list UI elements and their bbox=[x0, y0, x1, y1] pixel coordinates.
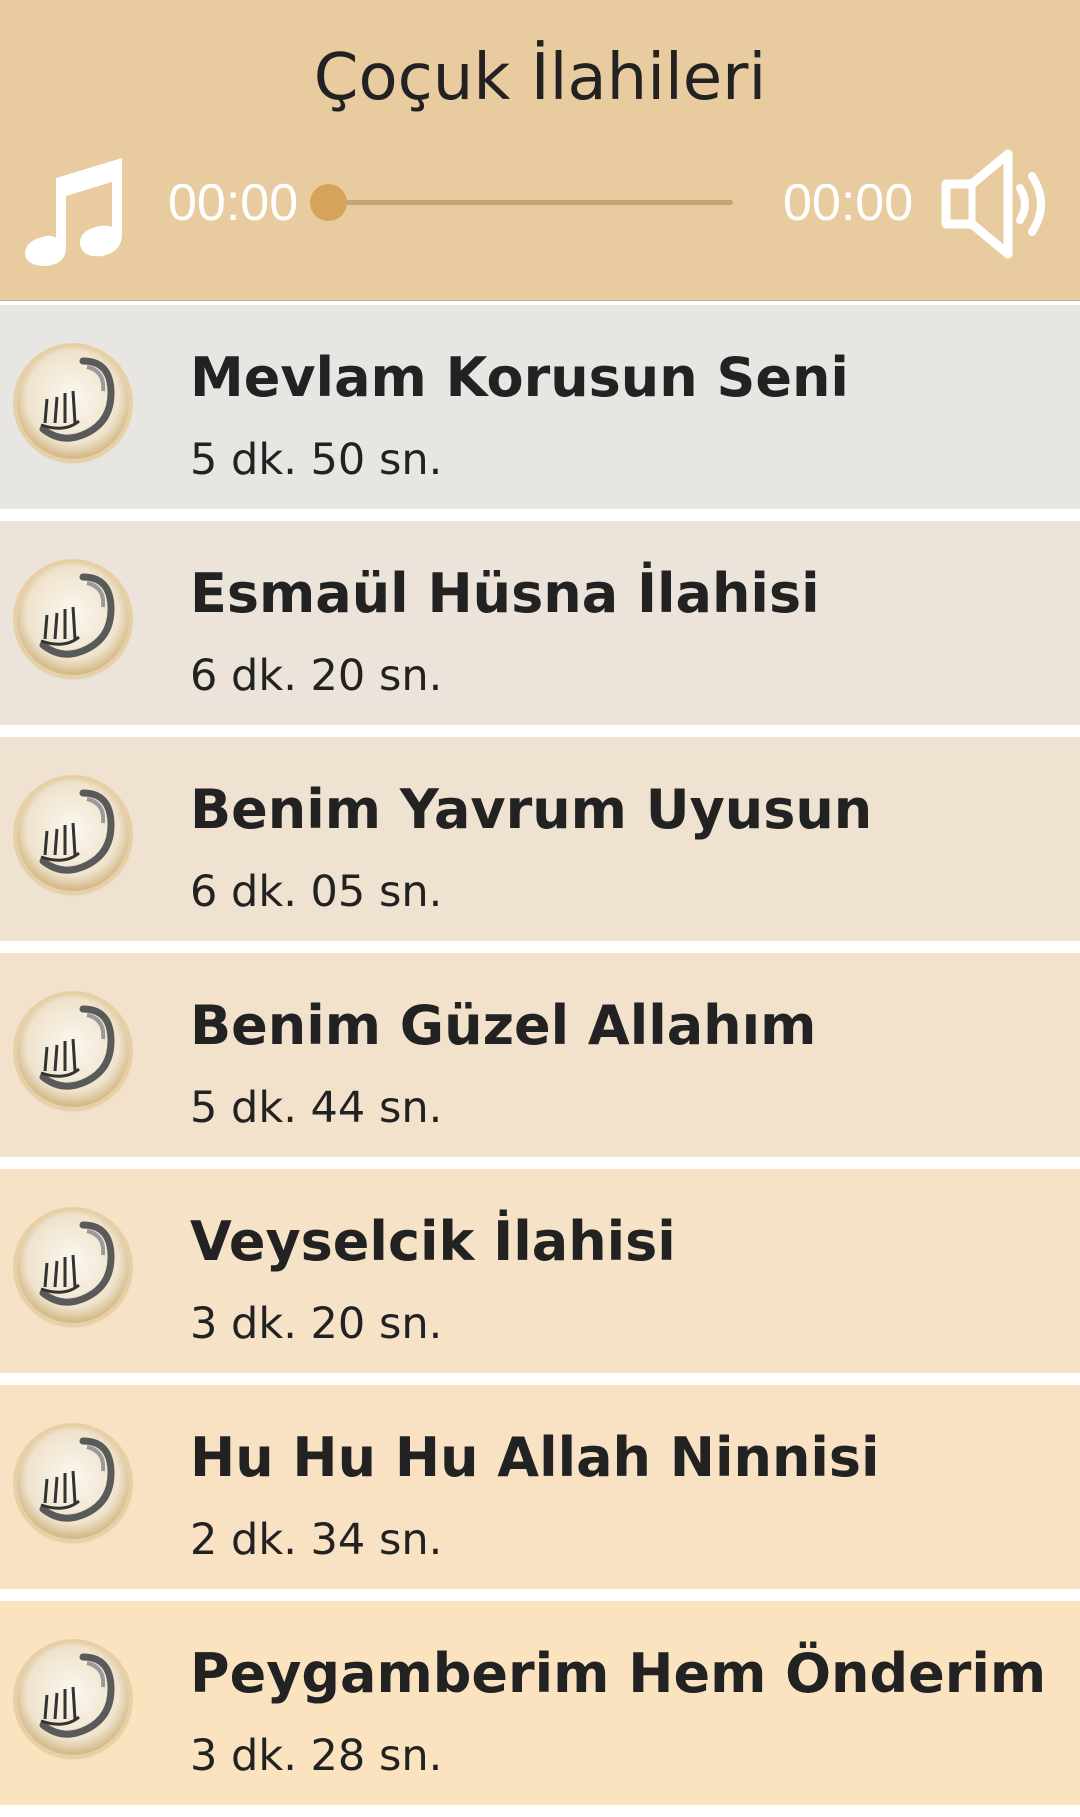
track-title: Peygamberim Hem Önderim bbox=[190, 1642, 1047, 1705]
player-header: Çoçuk İlahileri 00:00 00:00 bbox=[0, 0, 1080, 300]
track-duration: 5 dk. 44 sn. bbox=[190, 1083, 443, 1133]
track-title: Benim Yavrum Uyusun bbox=[190, 778, 873, 841]
track-duration: 3 dk. 28 sn. bbox=[190, 1731, 443, 1781]
music-note-icon[interactable] bbox=[22, 148, 130, 266]
list-item[interactable]: Peygamberim Hem Önderim 3 dk. 28 sn. bbox=[0, 1601, 1080, 1805]
list-item[interactable]: Benim Güzel Allahım 5 dk. 44 sn. bbox=[0, 953, 1080, 1157]
current-time: 00:00 bbox=[168, 174, 299, 232]
track-title: Benim Güzel Allahım bbox=[190, 994, 817, 1057]
list-item[interactable]: Hu Hu Hu Allah Ninnisi 2 dk. 34 sn. bbox=[0, 1385, 1080, 1589]
list-item[interactable]: Mevlam Korusun Seni 5 dk. 50 sn. bbox=[0, 305, 1080, 509]
calligraphy-avatar-icon bbox=[17, 1643, 129, 1755]
track-title: Mevlam Korusun Seni bbox=[190, 346, 849, 409]
calligraphy-avatar-icon bbox=[17, 563, 129, 675]
calligraphy-avatar-icon bbox=[17, 347, 129, 459]
track-list: Mevlam Korusun Seni 5 dk. 50 sn. Esmaül … bbox=[0, 305, 1080, 1817]
track-title: Hu Hu Hu Allah Ninnisi bbox=[190, 1426, 880, 1489]
speaker-icon[interactable] bbox=[938, 148, 1054, 260]
total-time: 00:00 bbox=[783, 174, 914, 232]
page-title: Çoçuk İlahileri bbox=[313, 41, 767, 115]
list-item[interactable]: Benim Yavrum Uyusun 6 dk. 05 sn. bbox=[0, 737, 1080, 941]
track-duration: 3 dk. 20 sn. bbox=[190, 1299, 443, 1349]
seek-bar[interactable] bbox=[310, 184, 733, 221]
track-duration: 6 dk. 20 sn. bbox=[190, 651, 443, 701]
track-duration: 6 dk. 05 sn. bbox=[190, 867, 443, 917]
track-duration: 2 dk. 34 sn. bbox=[190, 1515, 443, 1565]
calligraphy-avatar-icon bbox=[17, 995, 129, 1107]
calligraphy-avatar-icon bbox=[17, 779, 129, 891]
list-item[interactable]: Veyselcik İlahisi 3 dk. 20 sn. bbox=[0, 1169, 1080, 1373]
track-title: Esmaül Hüsna İlahisi bbox=[190, 562, 820, 625]
track-title: Veyselcik İlahisi bbox=[190, 1210, 676, 1273]
calligraphy-avatar-icon bbox=[17, 1427, 129, 1539]
calligraphy-avatar-icon bbox=[17, 1211, 129, 1323]
seek-thumb[interactable] bbox=[310, 184, 347, 221]
track-duration: 5 dk. 50 sn. bbox=[190, 435, 443, 485]
list-item[interactable]: Esmaül Hüsna İlahisi 6 dk. 20 sn. bbox=[0, 521, 1080, 725]
